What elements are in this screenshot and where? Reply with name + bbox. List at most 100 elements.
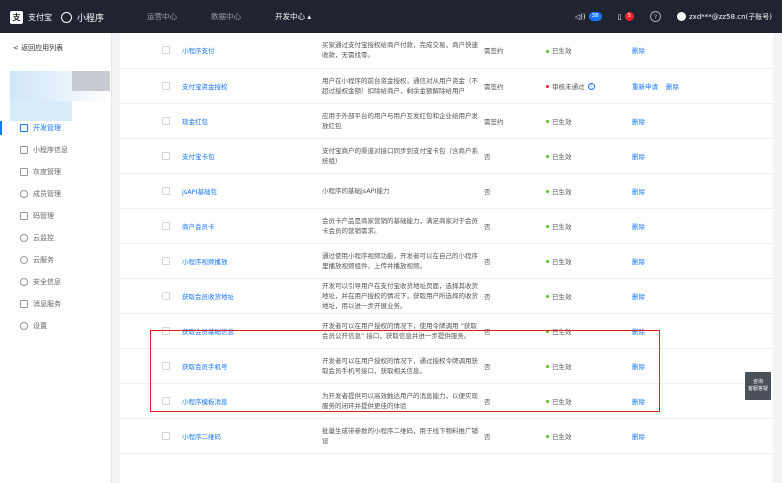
status-text: 已生效	[552, 432, 572, 441]
nav-dev-center[interactable]: 开发中心 ▴	[258, 0, 328, 33]
sidebar-item-security-info[interactable]: 安全信息	[0, 271, 112, 293]
row-name[interactable]: jsAPI基础包	[174, 173, 322, 209]
sidebar-item-cloud-monitor[interactable]: 云监控	[0, 227, 112, 249]
row-checkbox[interactable]	[162, 431, 170, 440]
row-operations: 删除	[632, 208, 773, 244]
row-op-0[interactable]: 删除	[632, 153, 645, 161]
announcement-button[interactable]: ◁)) 38	[575, 12, 602, 21]
row-op-0[interactable]: 重新申请	[632, 83, 658, 91]
account-menu[interactable]: zxd***@zz58.cn(子账号)	[677, 12, 772, 22]
message-button[interactable]: ▯ 5	[618, 12, 634, 21]
row-contract-type: 否	[480, 313, 542, 349]
row-checkbox-cell	[120, 208, 174, 244]
row-contract-type: 需签约	[480, 33, 542, 69]
sidebar-item-label: 云监控	[33, 234, 54, 242]
row-op-0[interactable]: 删除	[632, 398, 645, 406]
row-name[interactable]: 商户会员卡	[174, 208, 322, 244]
row-checkbox[interactable]	[162, 221, 170, 230]
row-checkbox[interactable]	[162, 326, 170, 335]
sidebar-item-member-management[interactable]: 成员管理	[0, 183, 112, 205]
row-checkbox[interactable]	[162, 81, 170, 90]
help-icon[interactable]: ?	[650, 11, 661, 22]
row-description: 应用于外部平台的用户与用户互发红包和企业给用户发放红包	[322, 103, 480, 139]
row-name[interactable]: 小程序支付	[174, 33, 322, 69]
row-name[interactable]: 支付宝卡包	[174, 138, 322, 174]
table-row: 现金红包 应用于外部平台的用户与用户互发红包和企业给用户发放红包 需签约 已生效 删除	[120, 103, 773, 139]
brand[interactable]: 支 支付宝 小程序	[10, 9, 104, 25]
row-op-0[interactable]: 删除	[632, 293, 645, 301]
sidebar-item-code-management[interactable]: 码管理	[0, 205, 112, 227]
code-icon	[20, 124, 28, 132]
row-name[interactable]: 获取会员基础信息	[174, 313, 322, 349]
status-dot	[546, 120, 549, 123]
row-checkbox-cell	[120, 68, 174, 104]
sidebar-item-label: 成员管理	[33, 190, 61, 198]
row-name[interactable]: 支付宝资金授权	[174, 68, 322, 104]
row-name[interactable]: 获取会员手机号	[174, 348, 322, 384]
row-name[interactable]: 小程序视频播放	[174, 243, 322, 279]
row-op-0[interactable]: 删除	[632, 47, 645, 55]
sidebar-item-cloud-service[interactable]: 云服务	[0, 249, 112, 271]
row-contract-type: 否	[480, 138, 542, 174]
row-operations: 删除	[632, 278, 773, 314]
row-operations: 删除	[632, 418, 773, 454]
row-status-cell: 已生效	[542, 418, 632, 454]
sidebar-item-mini-program-info[interactable]: 小程序信息	[0, 139, 112, 161]
row-name[interactable]: 小程序二维码	[174, 418, 322, 454]
row-contract-type: 否	[480, 208, 542, 244]
row-name[interactable]: 小程序模板消息	[174, 383, 322, 419]
status-dot	[546, 49, 549, 53]
row-op-0[interactable]: 删除	[632, 328, 645, 336]
sidebar-item-settings[interactable]: 设置	[0, 315, 112, 337]
row-contract-type: 否	[480, 418, 542, 454]
row-checkbox[interactable]	[162, 46, 170, 55]
row-op-0[interactable]: 删除	[632, 188, 645, 196]
table-row: jsAPI基础包 小程序的基础jsAPI能力否 已生效 删除	[120, 173, 773, 209]
row-checkbox-cell	[120, 383, 174, 419]
info-icon[interactable]: i	[587, 83, 595, 90]
table-row: 获取会员手机号 开发者可以在用户授权的情况下，通过授权令牌调用获取会员手机号接口，…	[120, 348, 773, 384]
gray-icon	[20, 168, 28, 176]
function-list-panel: 小程序支付 买家通过支付宝授权给商户付款，完成交易，商户快速收款，无需找零。 需签约…	[120, 33, 773, 483]
status-dot	[546, 155, 549, 158]
customer-service-label: 咨询	[752, 379, 763, 385]
back-to-app-list-link[interactable]: < 返回应用列表	[13, 43, 63, 53]
row-checkbox[interactable]	[162, 256, 170, 265]
row-op-0[interactable]: 删除	[632, 118, 645, 126]
row-op-0[interactable]: 删除	[632, 258, 645, 266]
row-description: 通过使用小程序视频功能，开发者可以在自己的小程序里播放视频组件，上传并播放视频。	[322, 243, 480, 279]
nav-data-center[interactable]: 数据中心	[194, 0, 258, 33]
row-checkbox-cell	[120, 418, 174, 454]
status-text: 已生效	[552, 257, 572, 266]
row-checkbox-cell	[120, 243, 174, 279]
row-checkbox[interactable]	[162, 116, 170, 125]
grid-icon	[20, 146, 28, 154]
row-operations: 删除	[632, 243, 773, 279]
row-contract-type: 否	[480, 243, 542, 279]
row-operations: 重新申请 删除	[632, 68, 773, 104]
row-status-cell: 已生效	[542, 243, 632, 279]
row-op-0[interactable]: 删除	[632, 223, 645, 231]
row-name[interactable]: 现金红包	[174, 103, 322, 139]
row-op-0[interactable]: 删除	[632, 433, 645, 441]
sidebar-item-gray-management[interactable]: 灰度管理	[0, 161, 112, 183]
row-checkbox[interactable]	[162, 151, 170, 160]
row-checkbox[interactable]	[162, 361, 170, 370]
sidebar-item-message-service[interactable]: 消息服务	[0, 293, 112, 315]
status-text: 已生效	[552, 187, 572, 196]
sidebar: < 返回应用列表 开发管理 小程序信息 灰度管理 成员管理 码管理 云监控 云服…	[0, 33, 112, 483]
row-status-cell: 已生效	[542, 278, 632, 314]
customer-service-button[interactable]: 咨询 客服答疑	[745, 372, 771, 400]
row-checkbox[interactable]	[162, 186, 170, 195]
customer-service-sublabel: 客服答疑	[747, 386, 768, 392]
row-description: 小程序的基础jsAPI能力	[322, 173, 480, 209]
row-checkbox[interactable]	[162, 291, 170, 300]
sidebar-item-dev-management[interactable]: 开发管理	[0, 117, 112, 139]
nav-operation-center[interactable]: 运营中心	[130, 0, 194, 33]
row-checkbox-cell	[120, 348, 174, 384]
row-name[interactable]: 获取会员收货地址	[174, 278, 322, 314]
row-op-0[interactable]: 删除	[632, 363, 645, 371]
row-checkbox[interactable]	[162, 396, 170, 405]
row-op-1[interactable]: 删除	[666, 83, 679, 91]
row-contract-type: 否	[480, 348, 542, 384]
